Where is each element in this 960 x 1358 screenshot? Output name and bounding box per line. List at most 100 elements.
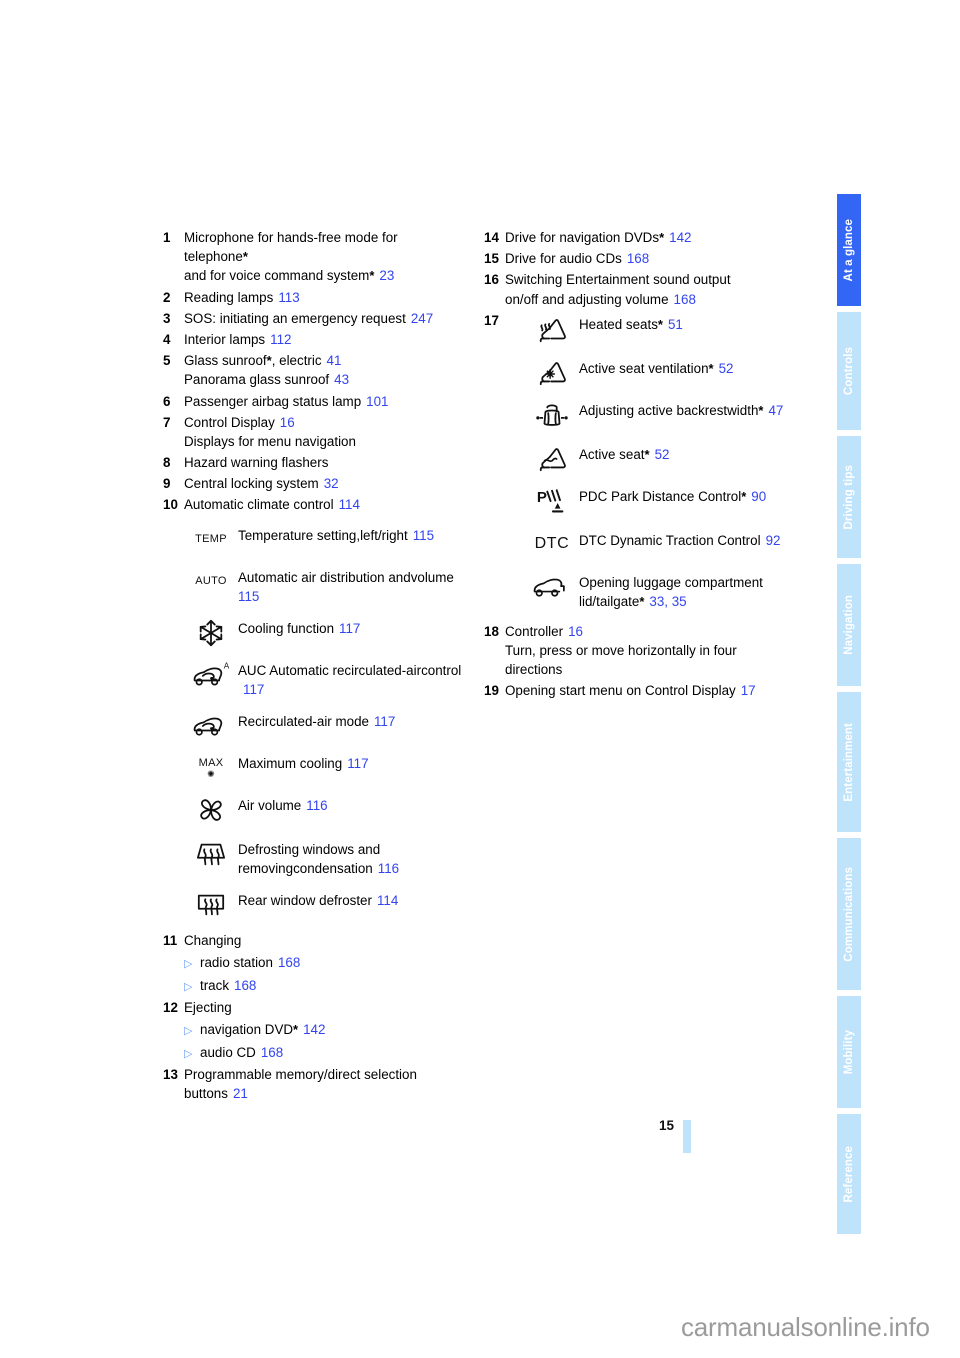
svg-text:P: P <box>537 489 547 506</box>
list-item: 11 Changing <box>163 931 463 950</box>
tab-label: Communications <box>843 866 855 962</box>
sidebar-tab-navigation[interactable]: Navigation <box>837 564 861 686</box>
list-item: 15 Drive for audio CDs 168 <box>484 249 804 268</box>
page-reference[interactable]: 168 <box>234 978 256 993</box>
page-reference[interactable]: 33, 35 <box>649 594 686 609</box>
page-reference[interactable]: 142 <box>303 1022 325 1037</box>
entry-body: Passenger airbag status lamp 101 <box>184 392 463 411</box>
sidebar-tab-entertainment[interactable]: Entertainment <box>837 692 861 832</box>
entry-body: Microphone for hands-free mode for teleph… <box>184 228 463 286</box>
page-reference[interactable]: 116 <box>306 798 327 813</box>
page-reference[interactable]: 114 <box>377 893 398 908</box>
page-reference[interactable]: 168 <box>674 292 696 307</box>
page-reference[interactable]: 21 <box>233 1086 248 1101</box>
page-reference[interactable]: 117 <box>374 714 395 729</box>
page-reference[interactable]: 168 <box>627 251 649 266</box>
icon-list-item: Adjusting active backrestwidth* 47 <box>525 399 804 432</box>
entry-number: 15 <box>484 251 499 267</box>
entry-number: 9 <box>163 475 171 491</box>
optional-equipment-asterisk: * <box>657 316 663 332</box>
text-line: Panorama glass sunroof 43 <box>184 372 350 388</box>
page-reference[interactable]: 16 <box>568 624 583 639</box>
page-reference[interactable]: 112 <box>270 332 291 347</box>
page-reference[interactable]: 43 <box>334 372 349 387</box>
text-line: width* 47 <box>727 402 784 418</box>
icon-container <box>184 794 238 827</box>
page-reference[interactable]: 17 <box>741 683 756 698</box>
text-line: Heated seats* 51 <box>579 316 683 332</box>
sub-list-item: ▷ radio station 168 <box>184 953 463 973</box>
text-line: Ejecting <box>184 1000 232 1016</box>
sidebar-tab-reference[interactable]: Reference <box>837 1114 861 1234</box>
entry-body: Opening start menu on Control Display 17 <box>505 681 804 700</box>
icon-label: Automatic air distribution andvolume115 <box>238 566 463 606</box>
sub-list-item: ▷ track 168 <box>184 976 463 996</box>
text-line: Opening start menu on Control Display 17 <box>505 683 756 699</box>
text-line: Maximum cooling 117 <box>238 755 369 771</box>
page-reference[interactable]: 247 <box>411 311 433 326</box>
page-reference[interactable]: 90 <box>751 489 766 504</box>
icon-label: Temperature setting,left/right 115 <box>238 524 463 545</box>
icon-list-item: Active seat ventilation* 52 <box>525 357 804 388</box>
left-content-column: 1 Microphone for hands-free mode for telep… <box>163 228 463 1105</box>
auto-text-icon: AUTO <box>195 574 227 587</box>
sidebar-tab-controls[interactable]: Controls <box>837 312 861 430</box>
page-reference[interactable]: 52 <box>655 447 670 462</box>
backrest-width-icon <box>536 404 568 426</box>
page-reference[interactable]: 168 <box>278 955 300 970</box>
page-reference[interactable]: 92 <box>766 533 781 548</box>
list-item: 13 Programmable memory/direct selection bu… <box>163 1065 463 1103</box>
page-reference[interactable]: 142 <box>669 230 691 245</box>
page-reference[interactable]: 16 <box>280 415 295 430</box>
text-line: Hazard warning flashers <box>184 454 329 470</box>
page-reference[interactable]: 23 <box>379 268 394 283</box>
page-reference[interactable]: 117 <box>339 621 360 636</box>
page-reference[interactable]: 168 <box>261 1045 283 1060</box>
page-reference[interactable]: 52 <box>719 361 734 376</box>
list-item: 6 Passenger airbag status lamp 101 <box>163 392 463 411</box>
page-reference[interactable]: 116 <box>378 861 399 876</box>
list-item: 14 Drive for navigation DVDs* 142 <box>484 228 804 247</box>
tab-label: Mobility <box>843 1029 855 1075</box>
icon-label: DTC Dynamic Traction Control 92 <box>579 529 804 550</box>
sidebar-tab-at-a-glance[interactable]: At a glance <box>837 194 861 306</box>
icon-list-item: MAX ✺ Maximum cooling 117 <box>184 752 463 783</box>
sidebar-tab-mobility[interactable]: Mobility <box>837 996 861 1108</box>
tab-label: Entertainment <box>843 722 855 802</box>
text-line: Air volume 116 <box>238 797 328 813</box>
page-reference[interactable]: 41 <box>327 353 342 368</box>
windshield-defrost-icon <box>196 843 226 866</box>
page-reference[interactable]: 117 <box>243 682 264 697</box>
page-reference[interactable]: 101 <box>366 394 388 409</box>
icon-container <box>525 571 579 602</box>
sidebar-tab-driving-tips[interactable]: Driving tips <box>837 436 861 558</box>
sidebar-tab-communications[interactable]: Communications <box>837 838 861 990</box>
entry-body: Glass sunroof*, electric 41 Panorama glass… <box>184 351 463 389</box>
text-line: Temperature setting, <box>238 527 361 543</box>
entry-body: Drive for audio CDs 168 <box>505 249 804 268</box>
page-reference[interactable]: 113 <box>278 290 299 305</box>
entry-body: Controller 16 Turn, press or move horizont… <box>505 622 804 679</box>
tab-label: At a glance <box>843 218 855 282</box>
page-reference[interactable]: 114 <box>339 497 360 512</box>
icon-list-item: Rear window defroster 114 <box>184 889 463 920</box>
text-line: Active seat ventilation* 52 <box>579 360 734 376</box>
triangle-bullet-icon: ▷ <box>184 957 193 970</box>
entry-number: 14 <box>484 230 499 245</box>
page-reference[interactable]: 32 <box>324 476 339 491</box>
page-reference[interactable]: 117 <box>347 756 368 771</box>
icon-container: P <box>525 485 579 518</box>
icon-label: Heated seats* 51 <box>579 313 804 334</box>
page-reference[interactable]: 115 <box>238 589 259 604</box>
page-reference[interactable]: 115 <box>413 528 434 543</box>
icon-container: AUTO <box>184 566 238 597</box>
page-reference[interactable]: 51 <box>668 317 683 332</box>
entry-body: Programmable memory/direct selection butt… <box>184 1065 463 1103</box>
icon-list-item: Defrosting windows and removingcondensat… <box>184 838 463 878</box>
page-reference[interactable]: 47 <box>768 403 783 418</box>
right-numbered-list-continued: 18 Controller 16 Turn, press or move horizo… <box>484 622 804 700</box>
entry-body: Automatic climate control 114 <box>184 495 463 514</box>
sub-list-item: ▷ navigation DVD* 142 <box>184 1020 463 1040</box>
optional-equipment-asterisk: * <box>741 488 747 504</box>
sub-item-text: track 168 <box>200 977 257 993</box>
